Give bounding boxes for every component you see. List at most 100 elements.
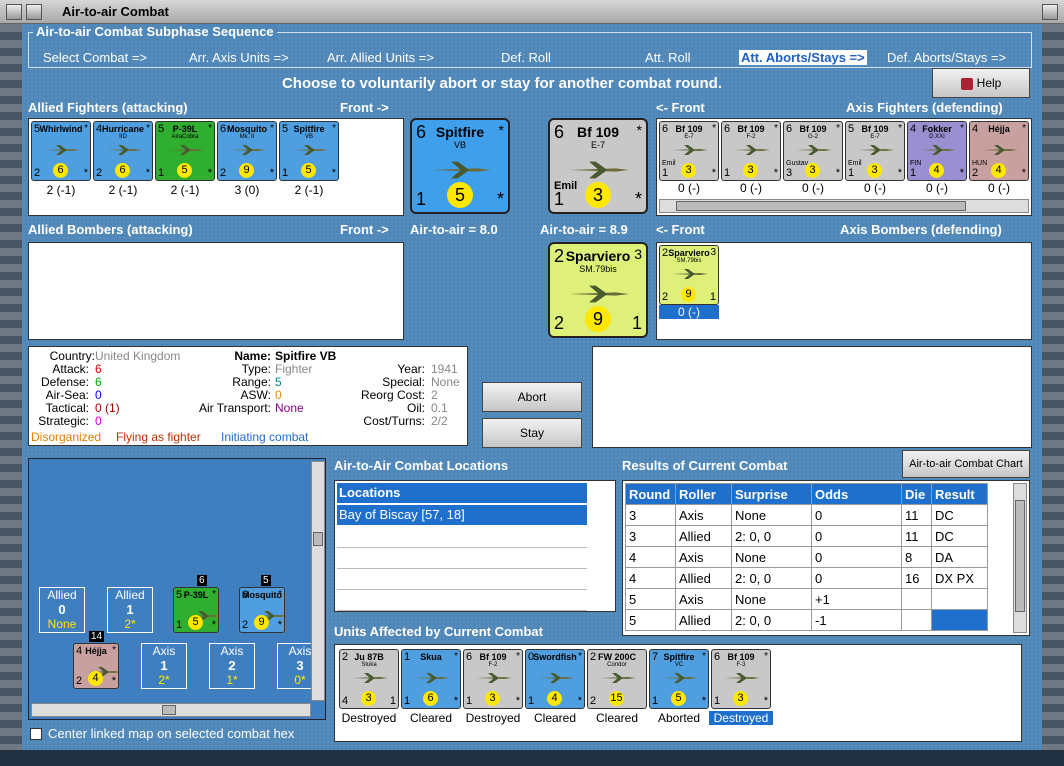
allied-fighter-2-variant: AiraCobra bbox=[171, 134, 199, 140]
allied-fighter-4-counter[interactable]: 5 Spitfire VB * 1 5 * bbox=[279, 121, 339, 181]
window: Air-to-air Combat Air-to-air Combat Subp… bbox=[0, 0, 1064, 750]
affected-unit-5-counter[interactable]: 7 Spitfire VC * 1 5 * bbox=[649, 649, 709, 709]
axis-bomber-0-counter[interactable]: 2 Sparviero SM.79bis 3 2 9 1 bbox=[659, 245, 719, 305]
affected-unit-3-counter[interactable]: 0 Swordfish * 1 4 * bbox=[525, 649, 585, 709]
abort-button[interactable]: Abort bbox=[482, 382, 582, 412]
allied-chip-1-side: Allied bbox=[115, 588, 145, 602]
allied-front-label: Front -> bbox=[340, 100, 389, 115]
restore-icon[interactable] bbox=[26, 4, 42, 20]
axis-fighter-1-plane-icon bbox=[732, 144, 772, 156]
axis-lead-counter[interactable]: 6 Bf 109 E-7 * Emil 1 3 * bbox=[548, 118, 648, 214]
axis-bomber-0-variant: SM.79bis bbox=[676, 258, 702, 264]
results-scroll-thumb[interactable] bbox=[1015, 500, 1025, 612]
center-map-label: Center linked map on selected combat hex bbox=[48, 726, 295, 741]
axis-fighter-0-name: Bf 109 bbox=[675, 124, 703, 134]
results-cell: DA bbox=[931, 546, 988, 568]
allied-fighter-4-variant: VB bbox=[304, 134, 313, 140]
table-row[interactable]: 5 Allied 2: 0, 0 -1 bbox=[625, 609, 988, 631]
results-cell: Axis bbox=[675, 588, 732, 610]
map-h-scrollbar[interactable] bbox=[31, 703, 311, 717]
results-cell: Allied bbox=[675, 609, 732, 631]
map-v-scrollbar[interactable] bbox=[311, 461, 325, 701]
table-row[interactable]: 4 Allied 2: 0, 0 0 16 DX PX bbox=[625, 567, 988, 589]
results-header-die: Die bbox=[901, 483, 932, 505]
affected-unit-2-name: Bf 109 bbox=[479, 652, 507, 662]
axis-fighter-5-counter[interactable]: 4 Héjja * HUN 2 4 * bbox=[969, 121, 1029, 181]
affected-unit-3-plane-icon bbox=[536, 672, 576, 684]
airtransport-value: None bbox=[275, 401, 304, 415]
results-scrollbar[interactable] bbox=[1013, 483, 1027, 633]
table-row[interactable]: 3 Axis None 0 11 DC bbox=[625, 504, 988, 526]
affected-unit-4-range-left: 2 bbox=[590, 695, 597, 707]
allied-fighter-1-variant: IID bbox=[119, 134, 127, 140]
map-unit-0-counter[interactable]: 5 P-39L * 1 5 * bbox=[173, 587, 219, 633]
affected-unit-5-factor: 5 bbox=[671, 691, 686, 706]
axis-fighter-2-star-bottom: * bbox=[835, 167, 840, 179]
allied-lead-name: Spitfire bbox=[435, 124, 485, 140]
results-cell: DC bbox=[931, 525, 988, 547]
affected-unit-1-counter[interactable]: 1 Skua * 1 6 * bbox=[401, 649, 461, 709]
allied-fighter-2-counter[interactable]: 5 P-39L AiraCobra * 1 5 * bbox=[155, 121, 215, 181]
map-unit-1-star: * bbox=[278, 589, 282, 600]
center-map-checkbox[interactable] bbox=[30, 728, 42, 740]
affected-unit-6-star-bottom: * bbox=[763, 695, 768, 707]
allied-lead-star: * bbox=[498, 122, 504, 138]
axis-fighter-3-counter[interactable]: 5 Bf 109 E-7 * Emil 1 3 * bbox=[845, 121, 905, 181]
map-v-thumb[interactable] bbox=[313, 532, 323, 546]
axis-fighter-2-range-left: 3 bbox=[786, 167, 793, 179]
strategic-value: 0 bbox=[95, 414, 102, 428]
system-menu-icon[interactable] bbox=[6, 4, 22, 20]
bomber-lead-plane-icon bbox=[562, 284, 636, 304]
table-row[interactable]: 3 Allied 2: 0, 0 0 11 DC bbox=[625, 525, 988, 547]
axis-chip-2[interactable]: Axis 2 1* bbox=[209, 643, 255, 689]
axis-fighter-1-counter[interactable]: 6 Bf 109 F-2 * 1 3 * bbox=[721, 121, 781, 181]
scroll-thumb[interactable] bbox=[676, 201, 966, 211]
oil-value: 0.1 bbox=[431, 401, 448, 415]
axis-fighter-2-counter[interactable]: 6 Bf 109 G-2 * Gustav 3 3 * bbox=[783, 121, 843, 181]
axis-fighter-2-variant: G-2 bbox=[807, 134, 818, 140]
allied-fighter-0-range-left: 2 bbox=[34, 167, 41, 179]
affected-unit-0-counter[interactable]: 2 Ju 87B Stuka 4 3 1 bbox=[339, 649, 399, 709]
map-unit-1-counter[interactable]: 6 Mosquito * 2 9 * bbox=[239, 587, 285, 633]
results-cell: 2: 0, 0 bbox=[731, 609, 812, 631]
affected-unit-4-counter[interactable]: 2 FW 200C Condor 2 15 bbox=[587, 649, 647, 709]
affected-unit-6-counter[interactable]: 6 Bf 109 F-3 * 1 3 * bbox=[711, 649, 771, 709]
axis-fighter-5-star-bottom: * bbox=[1021, 167, 1026, 179]
table-row[interactable]: 4 Axis None 0 8 DA bbox=[625, 546, 988, 568]
allied-chip-0-side: Allied bbox=[47, 588, 77, 602]
axis-chip-1[interactable]: Axis 1 2* bbox=[141, 643, 187, 689]
step-arr-axis: Arr. Axis Units => bbox=[189, 50, 289, 65]
map-unit-2-counter[interactable]: 4 Héjja * 2 4 * bbox=[73, 643, 119, 689]
axis-fighter-0-range-left: 1 bbox=[662, 167, 669, 179]
location-item[interactable]: Bay of Biscay [57, 18] bbox=[337, 505, 587, 525]
axis-bomber-lead-counter[interactable]: 2 Sparviero SM.79bis 3 2 9 1 bbox=[548, 242, 648, 338]
axis-fighter-2-plane-icon bbox=[794, 144, 834, 156]
axis-fighter-0-counter[interactable]: 6 Bf 109 E-7 * Emil 1 3 * bbox=[659, 121, 719, 181]
affected-title: Units Affected by Current Combat bbox=[334, 624, 543, 639]
allied-lead-counter[interactable]: 6 Spitfire VB * 1 5 * bbox=[410, 118, 510, 214]
affected-unit-2-counter[interactable]: 6 Bf 109 F-2 * 1 3 * bbox=[463, 649, 523, 709]
mini-map[interactable]: Allied 0 None Allied 1 2* 6 5 14 5 P-39L *… bbox=[28, 458, 326, 720]
help-icon bbox=[960, 77, 973, 90]
affected-unit-3-range-left: 1 bbox=[528, 695, 535, 707]
map-unit-2-factor: 4 bbox=[88, 671, 103, 686]
axis-fighters-scrollbar[interactable] bbox=[659, 199, 1029, 213]
affected-unit-2-range-left: 1 bbox=[466, 695, 473, 707]
results-cell: None bbox=[731, 504, 812, 526]
help-button[interactable]: Help bbox=[932, 68, 1030, 98]
combat-chart-button[interactable]: Air-to-air Combat Chart bbox=[902, 450, 1030, 478]
axis-fighter-4-counter[interactable]: 4 Fokker D.XXI * FIN 1 4 * bbox=[907, 121, 967, 181]
stay-button[interactable]: Stay bbox=[482, 418, 582, 448]
axis-fighter-3-variant: E-7 bbox=[870, 134, 880, 140]
allied-fighter-3-counter[interactable]: 6 Mosquito Mk. II * 2 9 * bbox=[217, 121, 277, 181]
allied-chip-1[interactable]: Allied 1 2* bbox=[107, 587, 153, 633]
allied-fighter-0-counter[interactable]: 5 Whirlwind * 2 6 * bbox=[31, 121, 91, 181]
allied-chip-0-note: None bbox=[47, 617, 77, 631]
allied-bombers-front: Front -> bbox=[340, 222, 389, 237]
map-h-thumb[interactable] bbox=[162, 705, 176, 715]
allied-fighter-1-counter[interactable]: 4 Hurricane IID * 2 6 * bbox=[93, 121, 153, 181]
allied-chip-0[interactable]: Allied 0 None bbox=[39, 587, 85, 633]
axis-bomber-0-value[interactable]: 0 (-) bbox=[659, 305, 719, 319]
table-row[interactable]: 5 Axis None +1 bbox=[625, 588, 988, 610]
maximize-icon[interactable] bbox=[1042, 4, 1058, 20]
